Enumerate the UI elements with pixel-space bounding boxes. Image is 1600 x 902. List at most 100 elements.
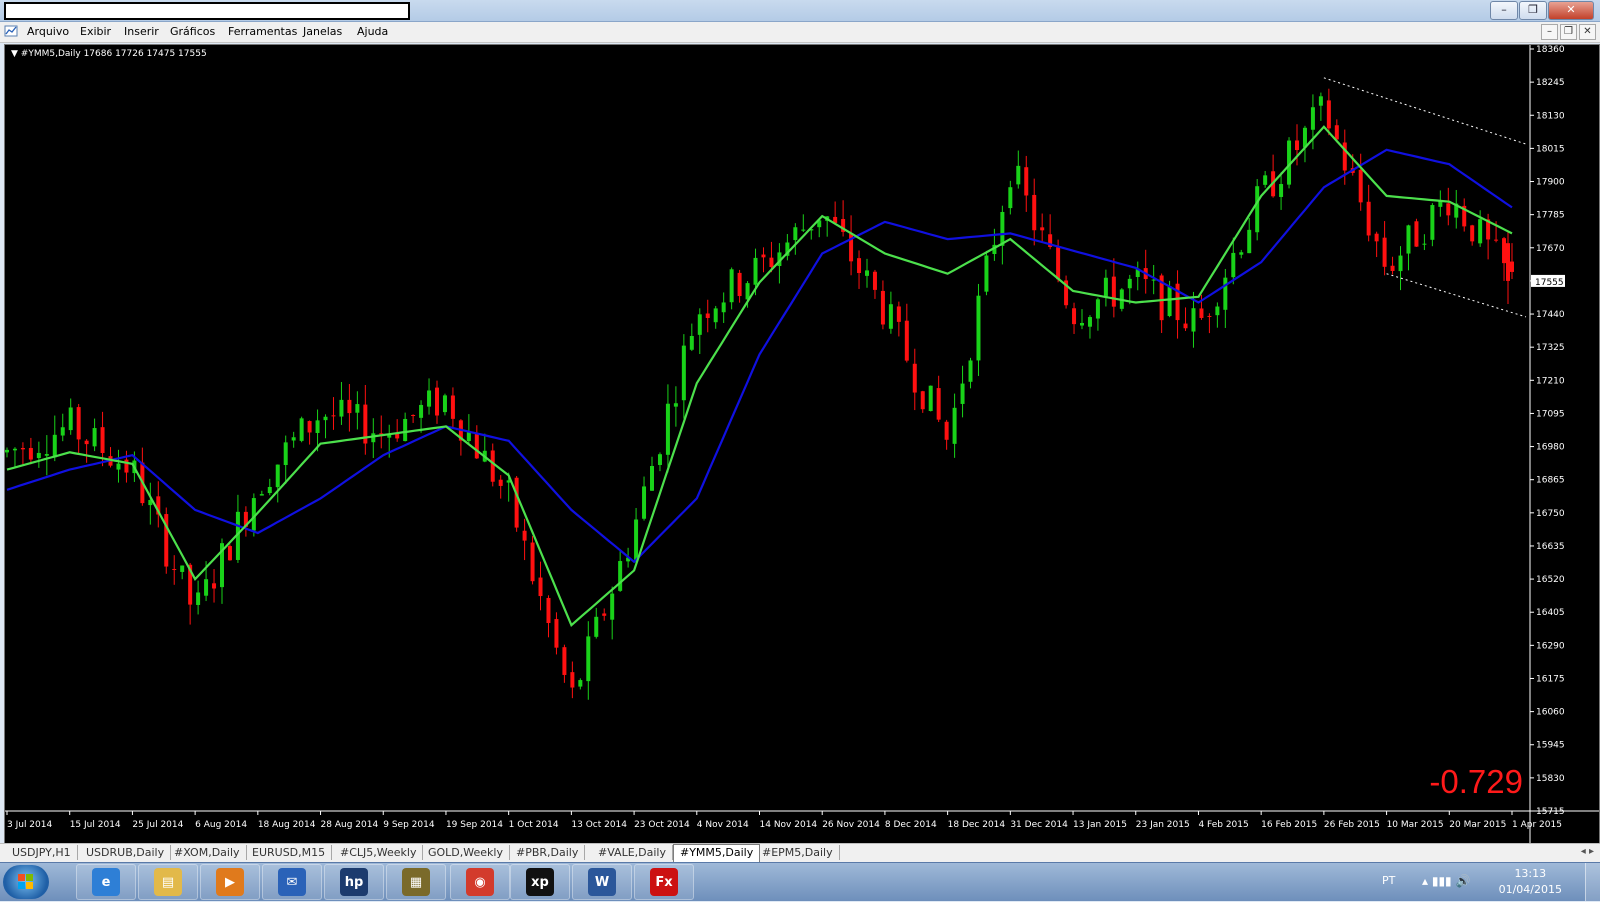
price-chart[interactable]: 18360 18245 18130 18015 17900 17785 17670 17555… [5, 45, 1599, 843]
date-label: 13 Jan 2015 [1073, 820, 1127, 830]
start-button[interactable] [3, 865, 49, 899]
chart-window[interactable]: 18360 18245 18130 18015 17900 17785 17670 17555… [4, 44, 1600, 844]
tab-usdrub[interactable]: USDRUB,Daily [80, 845, 172, 860]
date-label: 1 Oct 2014 [509, 820, 559, 830]
date-label: 14 Nov 2014 [760, 820, 818, 830]
taskbar-chrome[interactable]: ◉ [450, 864, 510, 900]
chart-close-button[interactable]: ✕ [1579, 24, 1596, 40]
candle-body [857, 258, 862, 274]
candle-body [299, 418, 304, 441]
taskbar-outlook[interactable]: ✉ [262, 864, 322, 900]
window-title [4, 2, 410, 20]
candle-body [419, 404, 424, 418]
chart-restore-button[interactable]: ❐ [1560, 24, 1577, 40]
candle-body [1111, 276, 1116, 307]
price-label: 17325 [1536, 343, 1565, 353]
tab-usdjpy[interactable]: USDJPY,H1 [6, 845, 78, 860]
taskbar-word[interactable]: W [572, 864, 632, 900]
date-label: 23 Jan 2015 [1136, 820, 1190, 830]
tab-xom[interactable]: #XOM,Daily [168, 845, 247, 860]
app-menu-icon[interactable] [4, 24, 18, 38]
candle-body [681, 345, 686, 401]
taskbar: e ▤ ▶ ✉ hp ▦ ◉ xp W Fx PT ▴ ▮▮▮ 🔊 13:13 01/04/201… [0, 862, 1600, 901]
candle-body [1390, 265, 1395, 271]
maximize-button[interactable]: ❐ [1519, 1, 1547, 20]
tab-eurusd[interactable]: EURUSD,M15 [246, 845, 333, 860]
candle-body [180, 565, 185, 572]
title-bar: – ❐ ✕ [0, 0, 1600, 22]
tab-gold[interactable]: GOLD,Weekly [422, 845, 510, 860]
candle-body [1127, 278, 1132, 289]
date-label: 25 Jul 2014 [132, 820, 183, 830]
candle-body [490, 450, 495, 482]
clock-time: 13:13 [1514, 867, 1547, 880]
tray-icons[interactable]: ▴ ▮▮▮ 🔊 [1422, 874, 1470, 888]
candle-body [634, 519, 639, 560]
price-label: 15715 [1536, 807, 1565, 817]
candle-body [1183, 323, 1188, 329]
clock[interactable]: 13:13 01/04/2015 [1499, 866, 1562, 898]
tab-pbr[interactable]: #PBR,Daily [510, 845, 586, 860]
menu-ajuda[interactable]: Ajuda [357, 25, 388, 38]
tab-clj5[interactable]: #CLJ5,Weekly [334, 845, 424, 860]
menu-ferramentas[interactable]: Ferramentas [228, 25, 297, 38]
system-tray: PT ▴ ▮▮▮ 🔊 13:13 01/04/2015 [1360, 863, 1600, 901]
internet-explorer-icon: e [92, 868, 120, 896]
tab-vale[interactable]: #VALE,Daily [592, 845, 673, 860]
candle-body [347, 399, 352, 414]
candles [5, 88, 1514, 700]
candle-body [1215, 306, 1220, 316]
show-desktop-button[interactable] [1585, 863, 1600, 901]
channel-upper-line[interactable] [1323, 77, 1527, 145]
indicator-value: -0.729 [1429, 763, 1523, 800]
channel-lower-line[interactable] [1386, 273, 1527, 318]
tab-epm5[interactable]: #EPM5,Daily [756, 845, 840, 860]
candle-body [570, 672, 575, 688]
taskbar-hp-app[interactable]: hp [324, 864, 384, 900]
chart-tabs: USDJPY,H1 USDRUB,Daily #XOM,Daily EURUSD… [0, 843, 1600, 862]
date-label: 8 Dec 2014 [885, 820, 937, 830]
taskbar-media-player[interactable]: ▶ [200, 864, 260, 900]
chart-minimize-button[interactable]: – [1541, 24, 1558, 40]
candle-body [1247, 229, 1252, 254]
candle-body [1334, 125, 1339, 140]
candle-body [618, 561, 623, 591]
price-label: 16980 [1536, 443, 1565, 453]
clock-date: 01/04/2015 [1498, 883, 1562, 896]
date-label: 18 Aug 2014 [258, 820, 316, 830]
tab-ymm5[interactable]: #YMM5,Daily [673, 844, 761, 862]
price-label: 17095 [1536, 409, 1565, 419]
candle-body [1398, 255, 1403, 272]
candle-body [442, 395, 447, 413]
candle-body [212, 583, 217, 589]
candle-body [665, 403, 670, 455]
candle-body [865, 270, 869, 276]
candle-body [1382, 237, 1387, 267]
taskbar-xp-broker[interactable]: xp [510, 864, 570, 900]
candle-body [100, 427, 105, 453]
minimize-button[interactable]: – [1490, 1, 1518, 20]
candle-body [1080, 322, 1084, 326]
candle-body [1406, 225, 1411, 254]
taskbar-internet-explorer[interactable]: e [76, 864, 136, 900]
taskbar-file-explorer[interactable]: ▤ [138, 864, 198, 900]
taskbar-fxpro[interactable]: Fx [634, 864, 694, 900]
candle-body [880, 290, 885, 325]
menu-arquivo[interactable]: Arquivo [27, 25, 69, 38]
menu-inserir[interactable]: Inserir [124, 25, 159, 38]
hp-app-icon: hp [340, 868, 368, 896]
dropdown-triangle-icon[interactable]: ▼ [11, 49, 21, 59]
menu-janelas[interactable]: Janelas [303, 25, 342, 38]
menu-exibir[interactable]: Exibir [80, 25, 111, 38]
language-indicator[interactable]: PT [1382, 874, 1395, 887]
taskbar-archive-app[interactable]: ▦ [386, 864, 446, 900]
candle-body [944, 421, 949, 440]
candle-body [52, 434, 57, 458]
menu-graficos[interactable]: Gráficos [170, 25, 215, 38]
close-button[interactable]: ✕ [1548, 1, 1594, 20]
tab-scroll-arrows[interactable]: ◂ ▸ [1581, 846, 1594, 857]
candle-body [1326, 100, 1331, 129]
date-label: 18 Dec 2014 [948, 820, 1006, 830]
candle-body [498, 479, 503, 486]
candle-body [578, 680, 583, 687]
